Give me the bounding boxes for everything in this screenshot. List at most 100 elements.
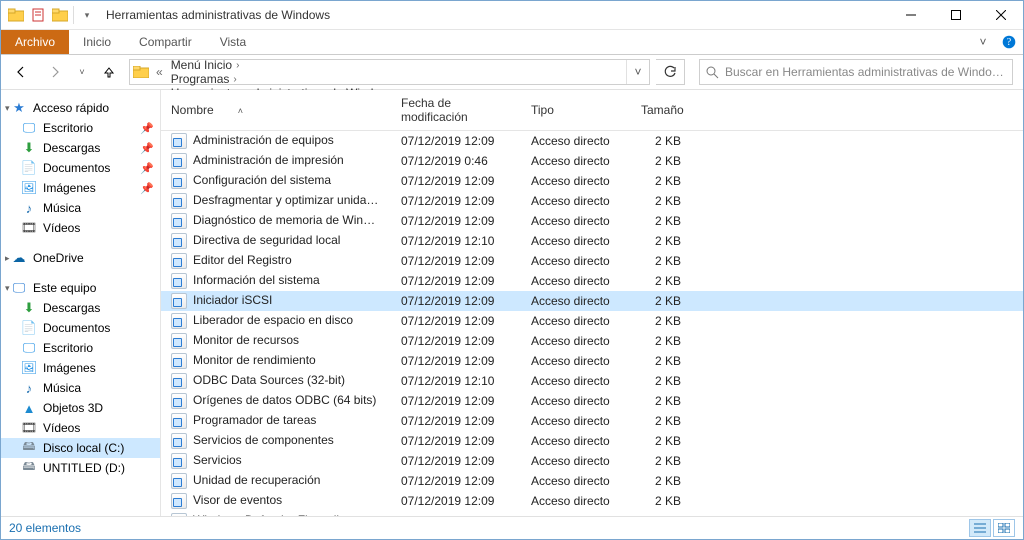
address-dropdown[interactable]: ˅ bbox=[626, 60, 649, 84]
file-row[interactable]: Información del sistema07/12/2019 12:09A… bbox=[161, 271, 1023, 291]
minimize-button[interactable] bbox=[888, 1, 933, 29]
file-name: Editor del Registro bbox=[193, 253, 292, 267]
file-pane[interactable]: Nombre˄ Fecha de modificación Tipo Tamañ… bbox=[161, 90, 1023, 516]
sidebar-pc-item[interactable]: 🖼Imágenes bbox=[1, 358, 160, 378]
file-size: 2 KB bbox=[631, 171, 691, 191]
file-row[interactable]: Visor de eventos07/12/2019 12:09Acceso d… bbox=[161, 491, 1023, 511]
sidebar-quick-item[interactable]: 🖼Imágenes📌 bbox=[1, 178, 160, 198]
file-type: Acceso directo bbox=[521, 271, 631, 291]
file-row[interactable]: Administración de impresión07/12/2019 0:… bbox=[161, 151, 1023, 171]
file-date: 07/12/2019 12:09 bbox=[391, 331, 521, 351]
sidebar-item-label: OneDrive bbox=[33, 251, 84, 265]
file-type: Acceso directo bbox=[521, 171, 631, 191]
chevron-right-icon[interactable]: ▸ bbox=[5, 253, 15, 264]
pin-icon: 📌 bbox=[140, 142, 154, 155]
close-button[interactable] bbox=[978, 1, 1023, 29]
sidebar-quick-item[interactable]: ♪Música bbox=[1, 198, 160, 218]
sidebar-quick-access[interactable]: ▾ ★ Acceso rápido bbox=[1, 98, 160, 118]
file-row[interactable]: Liberador de espacio en disco07/12/2019 … bbox=[161, 311, 1023, 331]
ribbon-tab-inicio[interactable]: Inicio bbox=[69, 30, 125, 54]
sidebar-pc-item[interactable]: ⬇Descargas bbox=[1, 298, 160, 318]
sidebar-item-label: Vídeos bbox=[43, 221, 80, 235]
shortcut-icon bbox=[171, 473, 187, 489]
breadcrumb-root-chevrons[interactable]: « bbox=[152, 65, 167, 79]
chevron-down-icon[interactable]: ▾ bbox=[5, 103, 15, 114]
file-row[interactable]: Unidad de recuperación07/12/2019 12:09Ac… bbox=[161, 471, 1023, 491]
sidebar-pc-item[interactable]: 🖴Disco local (C:) bbox=[1, 438, 160, 458]
breadcrumb-segment[interactable]: Programas› bbox=[167, 72, 406, 86]
maximize-button[interactable] bbox=[933, 1, 978, 29]
sidebar-pc-item[interactable]: 🖴UNTITLED (D:) bbox=[1, 458, 160, 478]
usb-icon: 🖴 bbox=[21, 460, 37, 476]
sidebar-pc-item[interactable]: 🖵Escritorio bbox=[1, 338, 160, 358]
folder-icon bbox=[130, 66, 152, 78]
sidebar-pc-item[interactable]: 📄 Documentos bbox=[1, 318, 160, 338]
chevron-right-icon[interactable]: › bbox=[236, 60, 239, 71]
file-row[interactable]: Administración de equipos07/12/2019 12:0… bbox=[161, 131, 1023, 152]
file-type: Acceso directo bbox=[521, 251, 631, 271]
file-date: 07/12/2019 0:46 bbox=[391, 151, 521, 171]
file-row[interactable]: Monitor de recursos07/12/2019 12:09Acces… bbox=[161, 331, 1023, 351]
file-type: Acceso directo bbox=[521, 331, 631, 351]
sidebar-quick-item[interactable]: 🖵Escritorio📌 bbox=[1, 118, 160, 138]
sidebar-item-label: Documentos bbox=[43, 321, 110, 335]
ribbon-expand-button[interactable]: ˅ bbox=[971, 30, 995, 54]
file-type: Acceso directo bbox=[521, 131, 631, 152]
sidebar-this-pc[interactable]: ▾ 🖵 Este equipo bbox=[1, 278, 160, 298]
search-input[interactable]: Buscar en Herramientas administrativas d… bbox=[699, 59, 1013, 85]
file-row[interactable]: Editor del Registro07/12/2019 12:09Acces… bbox=[161, 251, 1023, 271]
file-date: 07/12/2019 12:09 bbox=[391, 171, 521, 191]
breadcrumb-segment[interactable]: Menú Inicio› bbox=[167, 58, 406, 72]
column-type[interactable]: Tipo bbox=[521, 90, 631, 131]
file-row[interactable]: Servicios de componentes07/12/2019 12:09… bbox=[161, 431, 1023, 451]
ribbon-tab-compartir[interactable]: Compartir bbox=[125, 30, 206, 54]
sidebar-pc-item[interactable]: 🎞Vídeos bbox=[1, 418, 160, 438]
file-row[interactable]: Programador de tareas07/12/2019 12:09Acc… bbox=[161, 411, 1023, 431]
file-size: 2 KB bbox=[631, 311, 691, 331]
file-row[interactable]: ODBC Data Sources (32-bit)07/12/2019 12:… bbox=[161, 371, 1023, 391]
qat-newfolder-icon[interactable] bbox=[49, 5, 71, 25]
file-row[interactable]: Servicios07/12/2019 12:09Acceso directo2… bbox=[161, 451, 1023, 471]
chevron-right-icon[interactable]: › bbox=[233, 74, 236, 85]
shortcut-icon bbox=[171, 193, 187, 209]
sidebar-quick-item[interactable]: ⬇Descargas📌 bbox=[1, 138, 160, 158]
address-bar[interactable]: « Windows›Menú Inicio›Programas›Herramie… bbox=[129, 59, 650, 85]
3d-icon: ▲ bbox=[21, 400, 37, 416]
column-size[interactable]: Tamaño bbox=[631, 90, 691, 131]
file-size: 2 KB bbox=[631, 491, 691, 511]
forward-button[interactable] bbox=[41, 58, 69, 86]
sidebar-onedrive[interactable]: ▸ ☁ OneDrive bbox=[1, 248, 160, 268]
docs-icon: 📄 bbox=[21, 320, 37, 336]
chevron-down-icon[interactable]: ▾ bbox=[5, 283, 15, 294]
qat-customize-dropdown[interactable]: ▾ bbox=[76, 5, 98, 25]
sort-asc-icon: ˄ bbox=[238, 106, 243, 116]
file-row[interactable]: Desfragmentar y optimizar unidades07/12/… bbox=[161, 191, 1023, 211]
sidebar-quick-item[interactable]: 📄Documentos📌 bbox=[1, 158, 160, 178]
column-name[interactable]: Nombre˄ bbox=[161, 90, 391, 131]
ribbon-tab-archivo[interactable]: Archivo bbox=[1, 30, 69, 54]
sidebar-quick-item[interactable]: 🎞Vídeos bbox=[1, 218, 160, 238]
view-large-icons-button[interactable] bbox=[993, 519, 1015, 537]
file-row[interactable]: Directiva de seguridad local07/12/2019 1… bbox=[161, 231, 1023, 251]
file-name: Información del sistema bbox=[193, 273, 320, 287]
file-row[interactable]: Configuración del sistema07/12/2019 12:0… bbox=[161, 171, 1023, 191]
file-name: Unidad de recuperación bbox=[193, 473, 320, 487]
column-date[interactable]: Fecha de modificación bbox=[391, 90, 521, 131]
nav-sidebar[interactable]: ▾ ★ Acceso rápido 🖵Escritorio📌⬇Descargas… bbox=[1, 90, 161, 516]
qat-properties-icon[interactable] bbox=[27, 5, 49, 25]
file-row[interactable]: Diagnóstico de memoria de Windows07/12/2… bbox=[161, 211, 1023, 231]
sidebar-pc-item[interactable]: ♪Música bbox=[1, 378, 160, 398]
file-size: 2 KB bbox=[631, 431, 691, 451]
refresh-button[interactable] bbox=[656, 59, 685, 85]
recent-locations-dropdown[interactable]: ˅ bbox=[75, 58, 89, 86]
file-row[interactable]: Monitor de rendimiento07/12/2019 12:09Ac… bbox=[161, 351, 1023, 371]
ribbon-tab-vista[interactable]: Vista bbox=[206, 30, 260, 54]
back-button[interactable] bbox=[7, 58, 35, 86]
file-row[interactable]: Iniciador iSCSI07/12/2019 12:09Acceso di… bbox=[161, 291, 1023, 311]
file-row[interactable]: Orígenes de datos ODBC (64 bits)07/12/20… bbox=[161, 391, 1023, 411]
shortcut-icon bbox=[171, 433, 187, 449]
up-button[interactable] bbox=[95, 58, 123, 86]
view-details-button[interactable] bbox=[969, 519, 991, 537]
help-button[interactable]: ? bbox=[995, 30, 1023, 54]
sidebar-pc-item[interactable]: ▲Objetos 3D bbox=[1, 398, 160, 418]
